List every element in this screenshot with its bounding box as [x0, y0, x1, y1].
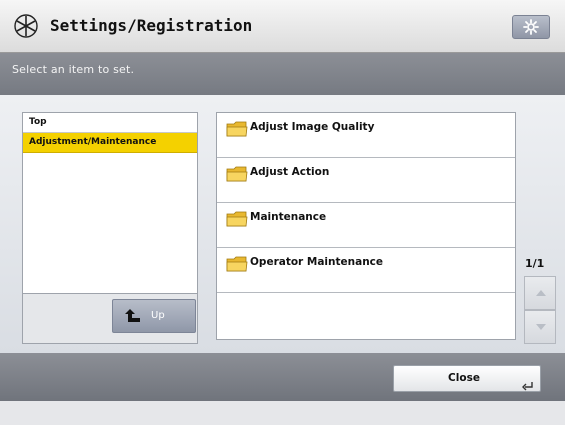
tree-panel: Top Adjustment/Maintenance Up: [22, 112, 198, 344]
settings-registration-screen: Settings/Registration Select an item to …: [0, 0, 565, 425]
bottom-bar: Close: [0, 353, 565, 401]
triangle-down-icon: [536, 324, 546, 330]
instruction-text: Select an item to set.: [12, 63, 135, 76]
list-item-adjust-action[interactable]: Adjust Action: [217, 158, 515, 203]
scroll-up-button[interactable]: [524, 276, 556, 310]
folder-icon: [226, 120, 248, 142]
triangle-up-icon: [536, 290, 546, 296]
folder-icon: [226, 210, 248, 232]
title-bar: Settings/Registration: [0, 0, 565, 53]
tree-item-adjustment-maintenance[interactable]: Adjustment/Maintenance: [23, 133, 197, 153]
item-label: Adjust Image Quality: [250, 121, 375, 133]
message-bar: Select an item to set.: [0, 53, 565, 95]
settings-button[interactable]: [512, 15, 550, 39]
item-label: Adjust Action: [250, 166, 330, 178]
item-label: Maintenance: [250, 211, 327, 223]
tree-item-top[interactable]: Top: [23, 113, 197, 133]
list-item-maintenance[interactable]: Maintenance: [217, 203, 515, 248]
item-label: Operator Maintenance: [250, 256, 384, 268]
folder-icon: [226, 165, 248, 187]
settings-item-list: Adjust Image Quality Adjust Action Maint…: [216, 112, 516, 340]
page-indicator: 1/1: [525, 257, 545, 270]
main-area: Top Adjustment/Maintenance Up Adjust Ima…: [0, 95, 565, 353]
list-item-adjust-image-quality[interactable]: Adjust Image Quality: [217, 113, 515, 158]
status-footer: [0, 401, 565, 425]
folder-icon: [226, 255, 248, 277]
page-title: Settings/Registration: [50, 16, 253, 35]
tree-list: Top Adjustment/Maintenance: [23, 113, 197, 294]
list-item-operator-maintenance[interactable]: Operator Maintenance: [217, 248, 515, 293]
up-button[interactable]: Up: [112, 299, 196, 333]
scroll-down-button[interactable]: [524, 310, 556, 344]
close-button-label: Close: [448, 372, 480, 384]
close-button[interactable]: Close: [393, 365, 541, 392]
up-arrow-icon: [123, 308, 143, 328]
up-button-label: Up: [151, 310, 165, 321]
gear-icon: [523, 19, 539, 35]
settings-star-icon: [12, 13, 40, 39]
enter-icon: [522, 376, 534, 395]
